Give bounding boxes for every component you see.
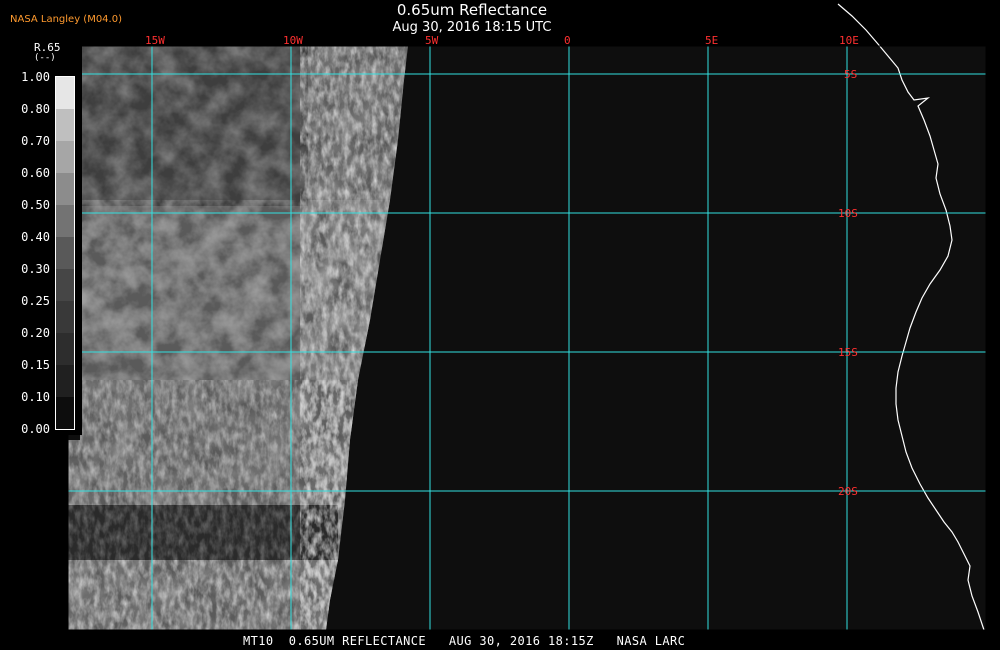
footer-caption: MT10 0.65UM REFLECTANCE AUG 30, 2016 18:…: [243, 634, 686, 648]
lon-label-10w: 10W: [283, 34, 303, 47]
legend-swatch: [56, 173, 74, 205]
legend-label: 0.40: [21, 230, 50, 244]
legend-swatch: [56, 269, 74, 301]
legend-swatch: [56, 205, 74, 237]
lat-label-10s: 10S: [838, 207, 858, 220]
legend-swatch: [56, 397, 74, 429]
legend-label: 1.00: [21, 70, 50, 84]
legend-unit: (--): [34, 53, 56, 63]
legend-label: 0.00: [21, 422, 50, 436]
legend-label: 0.25: [21, 294, 50, 308]
legend-label: 0.10: [21, 390, 50, 404]
legend-label: 0.30: [21, 262, 50, 276]
legend-swatch: [56, 365, 74, 397]
lon-label-0: 0: [564, 34, 571, 47]
legend-swatch: [56, 301, 74, 333]
satellite-viewer: 15W 10W 5W 0 5E 10E 5S 10S 15S 20S NASA …: [0, 0, 1000, 650]
legend-swatch: [56, 237, 74, 269]
color-scale-legend: R.65 (--) 1.00 0.80 0.70 0.60 0.50 0.40 0.30 0.…: [0, 40, 82, 435]
legend-swatch: [56, 333, 74, 365]
footer-bar: MT10 0.65UM REFLECTANCE AUG 30, 2016 18:…: [0, 633, 1000, 650]
legend-label: 0.15: [21, 358, 50, 372]
timestamp-subtitle: Aug 30, 2016 18:15 UTC: [392, 20, 552, 35]
legend-swatch: [56, 141, 74, 173]
lon-label-10e: 10E: [839, 34, 859, 47]
lon-label-15w: 15W: [145, 34, 165, 47]
lat-label-15s: 15S: [838, 346, 858, 359]
legend-swatch: [56, 77, 74, 109]
lat-label-5s: 5S: [844, 68, 857, 81]
legend-label: 0.50: [21, 198, 50, 212]
lon-label-5e: 5E: [705, 34, 718, 47]
legend-label: 0.60: [21, 166, 50, 180]
legend-swatch: [56, 109, 74, 141]
legend-label: 0.80: [21, 102, 50, 116]
legend-variable: R.65: [34, 41, 61, 54]
legend-label: 0.20: [21, 326, 50, 340]
lat-label-20s: 20S: [838, 485, 858, 498]
product-title: 0.65um Reflectance: [396, 1, 548, 19]
legend-label: 0.70: [21, 134, 50, 148]
map-canvas[interactable]: 15W 10W 5W 0 5E 10E 5S 10S 15S 20S: [0, 0, 1000, 650]
lon-label-5w: 5W: [425, 34, 439, 47]
